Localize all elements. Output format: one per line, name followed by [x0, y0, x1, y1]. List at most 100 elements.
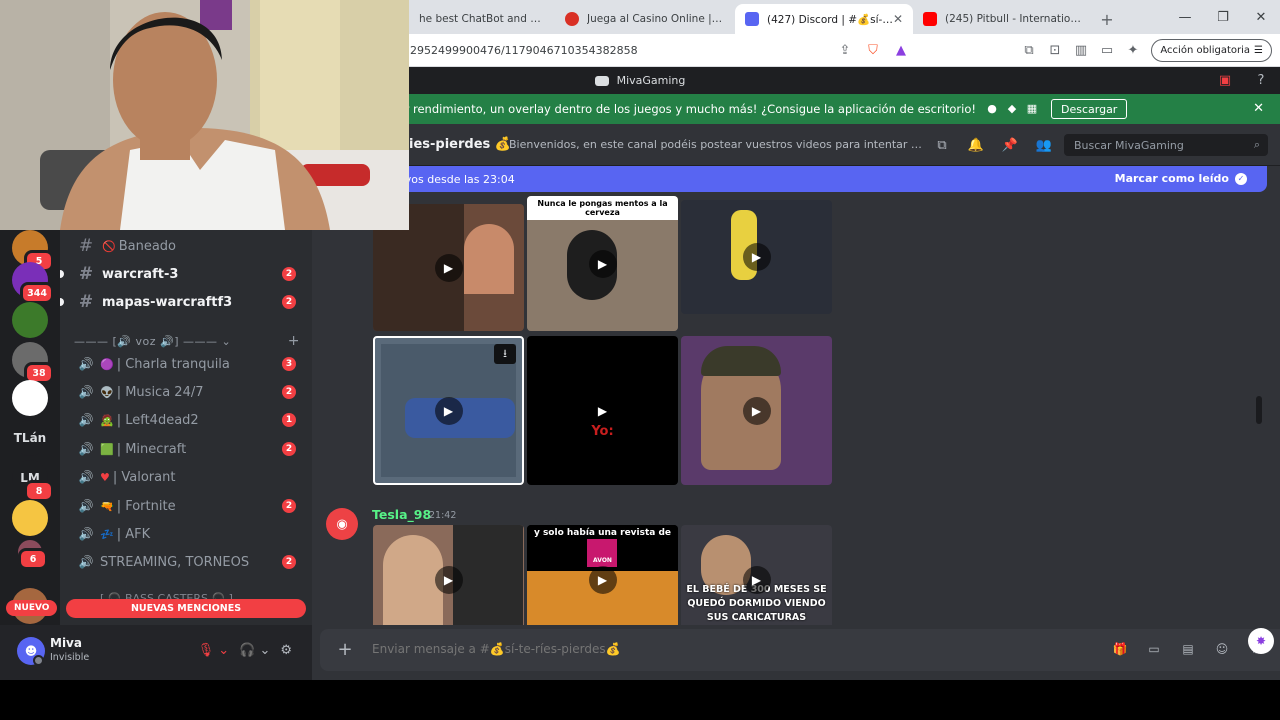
screenshot-icon[interactable]: ⊡ — [1046, 42, 1064, 60]
channel-name: | Left4dead2 — [116, 412, 199, 428]
server-icon[interactable]: 5 — [12, 230, 54, 272]
url-field[interactable]: 2952499900476/1179046710354382858 — [410, 44, 638, 57]
sidebar-icon[interactable]: ▥ — [1072, 42, 1090, 60]
play-icon[interactable]: ▶ — [434, 396, 463, 425]
inbox-icon[interactable]: ▣ — [1216, 71, 1234, 89]
message-input[interactable] — [372, 642, 972, 656]
close-banner-icon[interactable]: ✕ — [1253, 101, 1264, 116]
author-avatar[interactable]: ◉ — [326, 508, 358, 540]
play-icon[interactable]: ▶ — [434, 566, 463, 594]
webcam-feed — [0, 0, 409, 230]
download-button[interactable]: Descargar — [1051, 99, 1128, 119]
headphones-icon[interactable]: 🎧 ⌄ — [239, 639, 270, 661]
minimize-icon[interactable]: — — [1166, 0, 1204, 34]
voice-channel[interactable]: 🔊 🟩 | Minecraft 2 — [70, 435, 302, 463]
video-attachment[interactable]: EL BEBÉ DE 300 MESES SE QUEDÓ DORMIDO VI… — [681, 525, 832, 625]
gift-icon[interactable]: 🎁 — [1110, 639, 1130, 659]
channel-name: Baneado — [118, 238, 176, 254]
restore-icon[interactable]: ❐ — [1204, 0, 1242, 34]
channel-badge: 2 — [282, 555, 296, 569]
video-attachment[interactable]: ▶ — [373, 525, 524, 625]
voice-channel[interactable]: 🔊 💤 | AFK — [70, 520, 302, 548]
play-icon[interactable]: ▶ — [588, 249, 617, 278]
server-icon[interactable]: 6 — [18, 540, 48, 570]
floating-extension-icon[interactable]: ✸ — [1248, 628, 1274, 654]
server-initials: TLán — [13, 431, 47, 445]
new-pill[interactable]: NUEVO — [6, 600, 58, 616]
brave-rewards-icon[interactable]: ▲ — [892, 42, 910, 60]
channel-topic[interactable]: Bienvenidos, en este canal podéis postea… — [509, 138, 924, 151]
gear-icon[interactable]: ⚙ — [280, 639, 292, 661]
voice-channel[interactable]: 🔊 🔫 | Fortnite 2 — [70, 492, 302, 520]
microphone-muted-icon[interactable]: 🎙 ⌄ — [198, 639, 230, 661]
server-icon[interactable]: 38 — [12, 342, 54, 384]
category-voz[interactable]: ——— [🔊 voz 🔊] ——— ⌄ + — [74, 333, 300, 349]
play-icon[interactable]: ▶ — [742, 396, 771, 425]
voice-channel[interactable]: 🔊 STREAMING, TORNEOS 2 — [70, 548, 302, 576]
browser-tab[interactable]: (245) Pitbull - International Love — [913, 4, 1093, 34]
add-attachment-icon[interactable]: + — [334, 638, 356, 660]
browser-tab-active[interactable]: (427) Discord | #💰sí-te-ríe ✕ — [735, 4, 913, 34]
server-icon[interactable] — [12, 302, 48, 338]
create-channel-icon[interactable]: + — [288, 333, 300, 349]
new-tab-button[interactable]: + — [1093, 4, 1121, 34]
pin-icon[interactable]: 📌 — [1000, 135, 1020, 155]
download-icon[interactable]: ⭳ — [494, 344, 516, 364]
server-icon[interactable]: LM 8 — [12, 460, 54, 502]
wallet-icon[interactable]: ▭ — [1098, 42, 1116, 60]
channel-mapas-warcraft[interactable]: # mapas-warcraftf3 2 — [60, 288, 302, 316]
video-attachment[interactable]: Nunca le pongas mentos a la cerveza ▶ — [527, 196, 678, 331]
new-messages-bar[interactable]: evos desde las 23:04 Marcar como leído ✓ — [320, 166, 1267, 192]
brave-shield-icon[interactable]: ⛉ — [864, 42, 882, 60]
video-attachment[interactable]: ▶ — [681, 336, 832, 485]
voice-channel[interactable]: 🔊 🟣 | Charla tranquila 3 — [70, 350, 302, 378]
channel-baneado[interactable]: # 🚫 Baneado — [70, 232, 302, 260]
play-icon[interactable]: ▶ — [588, 566, 617, 594]
channel-warcraft-3[interactable]: # warcraft-3 2 — [60, 260, 302, 288]
threads-icon[interactable]: ⧉ — [932, 135, 952, 155]
video-attachment[interactable]: ▶ Yo: — [527, 336, 678, 485]
action-required-button[interactable]: Acción obligatoria ☰ — [1151, 39, 1272, 62]
video-attachment[interactable]: y solo había una revista de AVON ▶ — [527, 525, 678, 625]
voice-channel[interactable]: 🔊 👽 | Musica 24/7 2 — [70, 378, 302, 406]
message-author[interactable]: Tesla_98 — [372, 507, 431, 522]
browser-tab[interactable]: Juega al Casino Online | Apuest — [555, 4, 735, 34]
search-input[interactable]: Buscar MivaGaming ⌕ — [1064, 134, 1268, 156]
play-icon[interactable]: ▶ — [434, 253, 463, 282]
server-icon[interactable] — [12, 500, 48, 536]
channel-name: | Charla tranquila — [116, 356, 230, 372]
play-icon[interactable]: ▶ — [588, 396, 617, 425]
video-attachment[interactable]: ⭳ ▶ — [373, 336, 524, 485]
members-icon[interactable]: 👥 — [1034, 135, 1054, 155]
help-icon[interactable]: ? — [1252, 71, 1270, 89]
voice-channel[interactable]: 🔊 🧟 | Left4dead2 1 — [70, 406, 302, 434]
username: Miva — [50, 636, 82, 650]
hash-icon: # — [78, 292, 94, 312]
video-attachment[interactable]: ▶ — [681, 200, 832, 314]
bell-icon[interactable]: 🔔 — [966, 135, 986, 155]
play-icon[interactable]: ▶ — [742, 243, 771, 271]
channel-name: | Valorant — [112, 469, 176, 485]
webcam-overlay — [0, 0, 409, 230]
extensions-icon[interactable]: ⧉ — [1020, 42, 1038, 60]
tab-label: (427) Discord | #💰sí-te-ríe — [767, 13, 893, 26]
server-icon[interactable]: 344 — [12, 262, 54, 304]
close-window-icon[interactable]: ✕ — [1242, 0, 1280, 34]
emoji-icon[interactable]: ☺ — [1212, 639, 1232, 659]
scrollbar[interactable] — [1256, 396, 1262, 424]
gif-icon[interactable]: ▭ — [1144, 639, 1164, 659]
mark-as-read-button[interactable]: Marcar como leído ✓ — [1115, 172, 1247, 185]
channel-name: warcraft-3 — [102, 266, 179, 282]
server-icon[interactable]: TLán — [12, 420, 48, 456]
sticker-icon[interactable]: ▤ — [1178, 639, 1198, 659]
channel-badge: 2 — [282, 499, 296, 513]
play-icon[interactable]: ▶ — [742, 566, 771, 594]
share-icon[interactable]: ⇪ — [836, 42, 854, 60]
channel-name: | Minecraft — [116, 441, 187, 457]
close-tab-icon[interactable]: ✕ — [893, 12, 903, 26]
voice-channel[interactable]: 🔊 ♥ | Valorant — [70, 463, 302, 491]
leo-ai-icon[interactable]: ✦ — [1124, 42, 1142, 60]
new-mentions-pill[interactable]: NUEVAS MENCIONES — [66, 599, 306, 618]
browser-tab[interactable]: he best ChatBot and Widgets f — [409, 4, 555, 34]
server-icon[interactable] — [12, 380, 48, 416]
